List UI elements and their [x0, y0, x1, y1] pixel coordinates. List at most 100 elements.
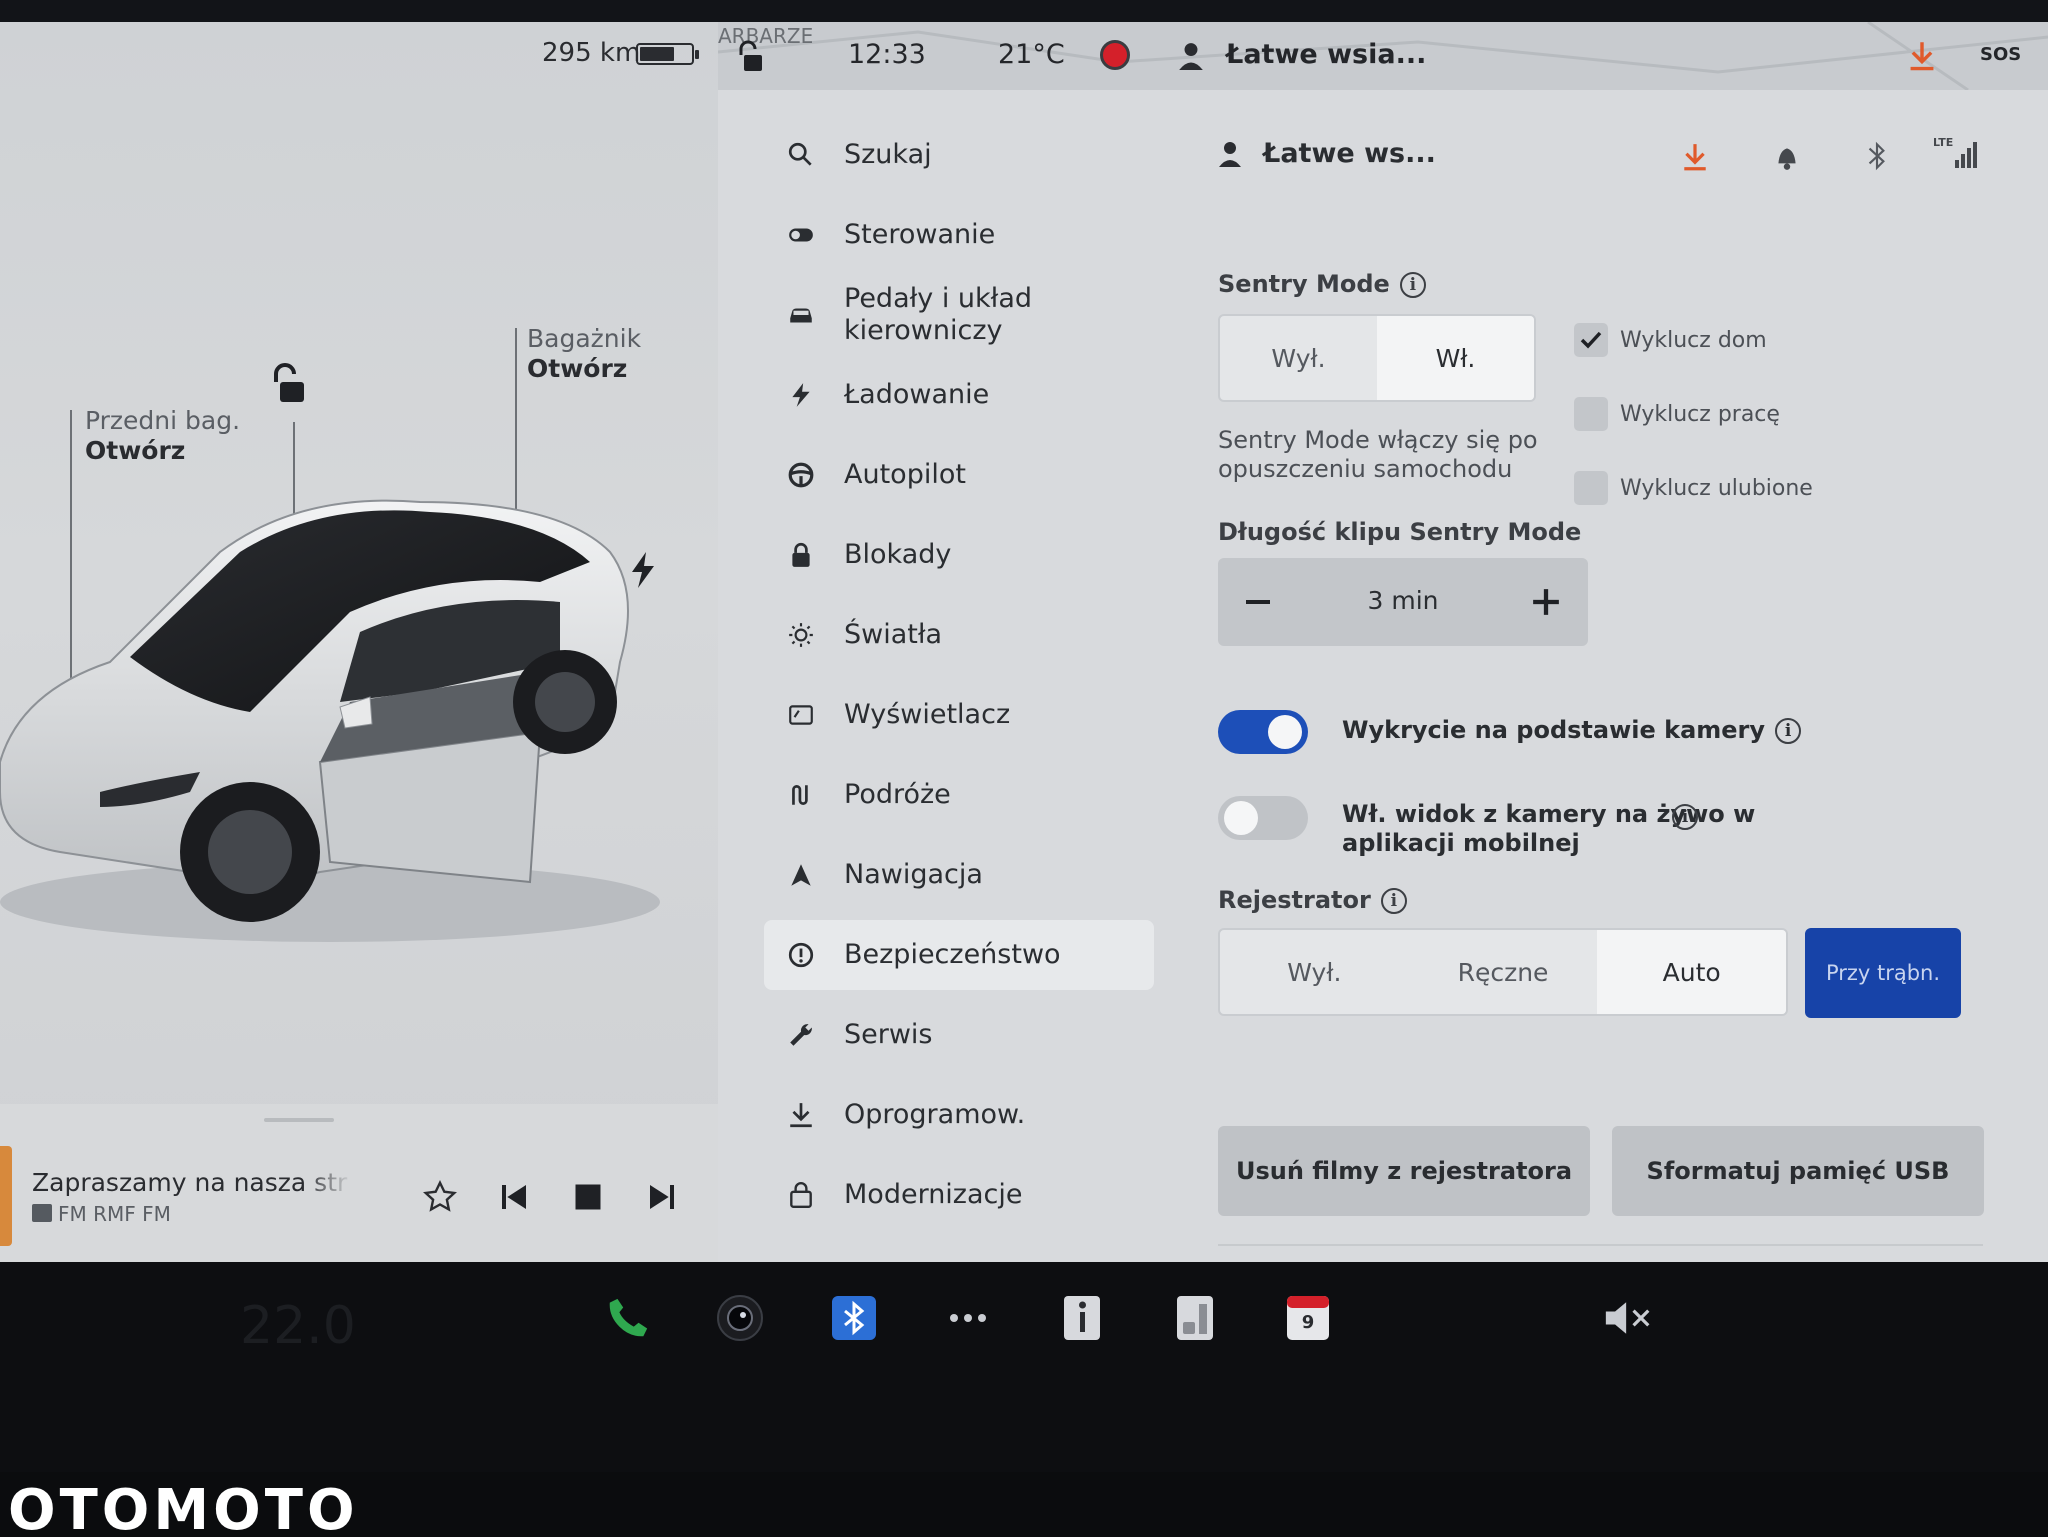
menu-item-route[interactable]: Podróże: [764, 760, 1154, 830]
menu-item-display[interactable]: Wyświetlacz: [764, 680, 1154, 750]
bluetooth-app-button[interactable]: [830, 1294, 878, 1342]
watermark-logo: OTOMOTO: [8, 1478, 359, 1537]
camera-button[interactable]: [716, 1294, 764, 1342]
menu-item-steering-wheel[interactable]: Autopilot: [764, 440, 1154, 510]
toggle-icon: [784, 218, 818, 252]
more-apps-button[interactable]: [944, 1294, 992, 1342]
recorder-info-icon[interactable]: i: [1380, 888, 1407, 914]
increase-button[interactable]: [1516, 572, 1576, 632]
range-readout: 295 km: [542, 38, 641, 68]
calendar-button[interactable]: 9: [1284, 1294, 1332, 1342]
exclude-favorites-checkbox[interactable]: [1574, 471, 1608, 505]
sentry-mode-switch: Wył. Wł.: [1218, 314, 1536, 402]
sentry-off-option[interactable]: Wył.: [1220, 316, 1377, 400]
menu-item-label: Szukaj: [844, 139, 932, 170]
exclude-work-checkbox[interactable]: [1574, 397, 1608, 431]
touchscreen: 295 km Przedni bag. Otwórz Bagażnik Otwó…: [0, 0, 2048, 1262]
menu-item-label: Serwis: [844, 1019, 933, 1050]
toybox-button[interactable]: [1171, 1294, 1219, 1342]
media-player[interactable]: Zapraszamy na nasza str FM RMF FM: [0, 1104, 718, 1262]
phone-button[interactable]: [604, 1294, 652, 1342]
dashcam-record-icon[interactable]: [1100, 40, 1130, 70]
bolt-icon: [784, 378, 818, 412]
bluetooth-icon[interactable]: [1866, 140, 1888, 176]
live-camera-toggle[interactable]: [1218, 796, 1308, 840]
menu-item-bolt[interactable]: Ładowanie: [764, 360, 1154, 430]
menu-item-label: Ładowanie: [844, 379, 990, 410]
bell-icon[interactable]: [1774, 142, 1800, 176]
content-profile-name[interactable]: Łatwe ws...: [1263, 138, 1436, 169]
sentry-on-option[interactable]: Wł.: [1377, 316, 1534, 400]
camera-detection-label: Wykrycie na podstawie kamery: [1342, 716, 1766, 744]
camera-detection-info-icon[interactable]: i: [1775, 718, 1802, 744]
menu-item-wrench[interactable]: Serwis: [764, 1000, 1154, 1070]
trunk-open[interactable]: Otwórz: [527, 354, 641, 384]
exclude-favorites-row[interactable]: Wyklucz ulubione: [1574, 470, 1813, 506]
stop-button[interactable]: [565, 1174, 611, 1220]
menu-item-bag[interactable]: Modernizacje: [764, 1160, 1154, 1230]
menu-item-alert[interactable]: Bezpieczeństwo: [764, 920, 1154, 990]
menu-item-lock[interactable]: Blokady: [764, 520, 1154, 590]
previous-button[interactable]: [491, 1174, 537, 1220]
menu-item-search[interactable]: Szukaj: [764, 120, 1154, 190]
next-button[interactable]: [639, 1174, 685, 1220]
skip-forward-icon: [650, 1185, 674, 1209]
checkmark-icon: [1580, 331, 1602, 349]
live-camera-info-icon[interactable]: i: [1672, 804, 1698, 830]
sos-button[interactable]: SOS: [1980, 44, 2021, 65]
navigation-icon: [784, 858, 818, 892]
unlocked-icon[interactable]: [268, 362, 310, 410]
menu-item-label: Blokady: [844, 539, 952, 570]
exclude-work-row[interactable]: Wyklucz pracę: [1574, 396, 1780, 432]
trunk-title: Bagażnik: [527, 324, 642, 353]
trunk-control[interactable]: Bagażnik Otwórz: [527, 324, 641, 384]
exclude-home-checkbox[interactable]: [1574, 323, 1608, 357]
media-title: Zapraszamy na nasza str: [32, 1168, 348, 1197]
menu-item-label: Autopilot: [844, 459, 966, 490]
recorder-manual-option[interactable]: Ręczne: [1409, 930, 1598, 1014]
camera-detection-toggle[interactable]: [1218, 710, 1308, 754]
recorder-title: Rejestrator: [1218, 886, 1371, 914]
sentry-info-icon[interactable]: i: [1399, 272, 1426, 298]
skip-back-icon: [502, 1185, 526, 1209]
recorder-heading: Rejestrator i: [1218, 886, 1407, 914]
exclude-home-row[interactable]: Wyklucz dom: [1574, 322, 1767, 358]
mute-icon: [1605, 1302, 1650, 1334]
car-icon: [784, 298, 818, 332]
settings-panel: ARBARZE 12:33 21°C Łatwe wsia... SOS Szu…: [718, 22, 2048, 1262]
phone-icon: [609, 1298, 648, 1337]
volume-button[interactable]: [1604, 1294, 1652, 1342]
menu-item-label: Nawigacja: [844, 859, 983, 890]
exclude-home-label: Wyklucz dom: [1620, 327, 1767, 353]
delete-recordings-button[interactable]: Usuń filmy z rejestratora: [1218, 1126, 1590, 1216]
menu-item-label: Modernizacje: [844, 1179, 1023, 1210]
menu-item-sun[interactable]: Światła: [764, 600, 1154, 670]
recorder-auto-option[interactable]: Auto: [1597, 930, 1786, 1014]
lock-status-icon[interactable]: [736, 40, 766, 78]
menu-item-car[interactable]: Pedały i układ kierowniczy: [764, 280, 1154, 350]
favorite-button[interactable]: [417, 1174, 463, 1220]
media-grip[interactable]: [264, 1118, 334, 1122]
manual-button[interactable]: [1058, 1294, 1106, 1342]
recorder-off-option[interactable]: Wył.: [1220, 930, 1409, 1014]
more-icon: [950, 1314, 986, 1322]
menu-item-download[interactable]: Oprogramow.: [764, 1080, 1154, 1150]
bag-icon: [784, 1178, 818, 1212]
calendar-day: 9: [1301, 1312, 1315, 1333]
recorder-on-honk-option[interactable]: Przy trąbn.: [1805, 928, 1961, 1018]
menu-item-toggle[interactable]: Sterowanie: [764, 200, 1154, 270]
recorder-mode-switch: Wył. Ręczne Auto: [1218, 928, 1788, 1016]
content-profile-icon: [1218, 140, 1242, 172]
menu-item-label: Podróże: [844, 779, 951, 810]
menu-item-navigation[interactable]: Nawigacja: [764, 840, 1154, 910]
status-download-icon[interactable]: [1908, 40, 1936, 76]
menu-item-label: Pedały i układ kierowniczy: [844, 283, 1033, 346]
cabin-temperature[interactable]: 22.0: [240, 1296, 356, 1356]
clip-length-title: Długość klipu Sentry Mode: [1218, 518, 1582, 546]
star-icon: [423, 1179, 457, 1212]
download-icon[interactable]: [1682, 142, 1708, 176]
status-profile-name[interactable]: Łatwe wsia...: [1226, 39, 1426, 70]
format-usb-button[interactable]: Sformatuj pamięć USB: [1612, 1126, 1984, 1216]
exclude-work-label: Wyklucz pracę: [1620, 401, 1780, 427]
front-trunk-control[interactable]: Przedni bag. Otwórz: [85, 406, 240, 466]
